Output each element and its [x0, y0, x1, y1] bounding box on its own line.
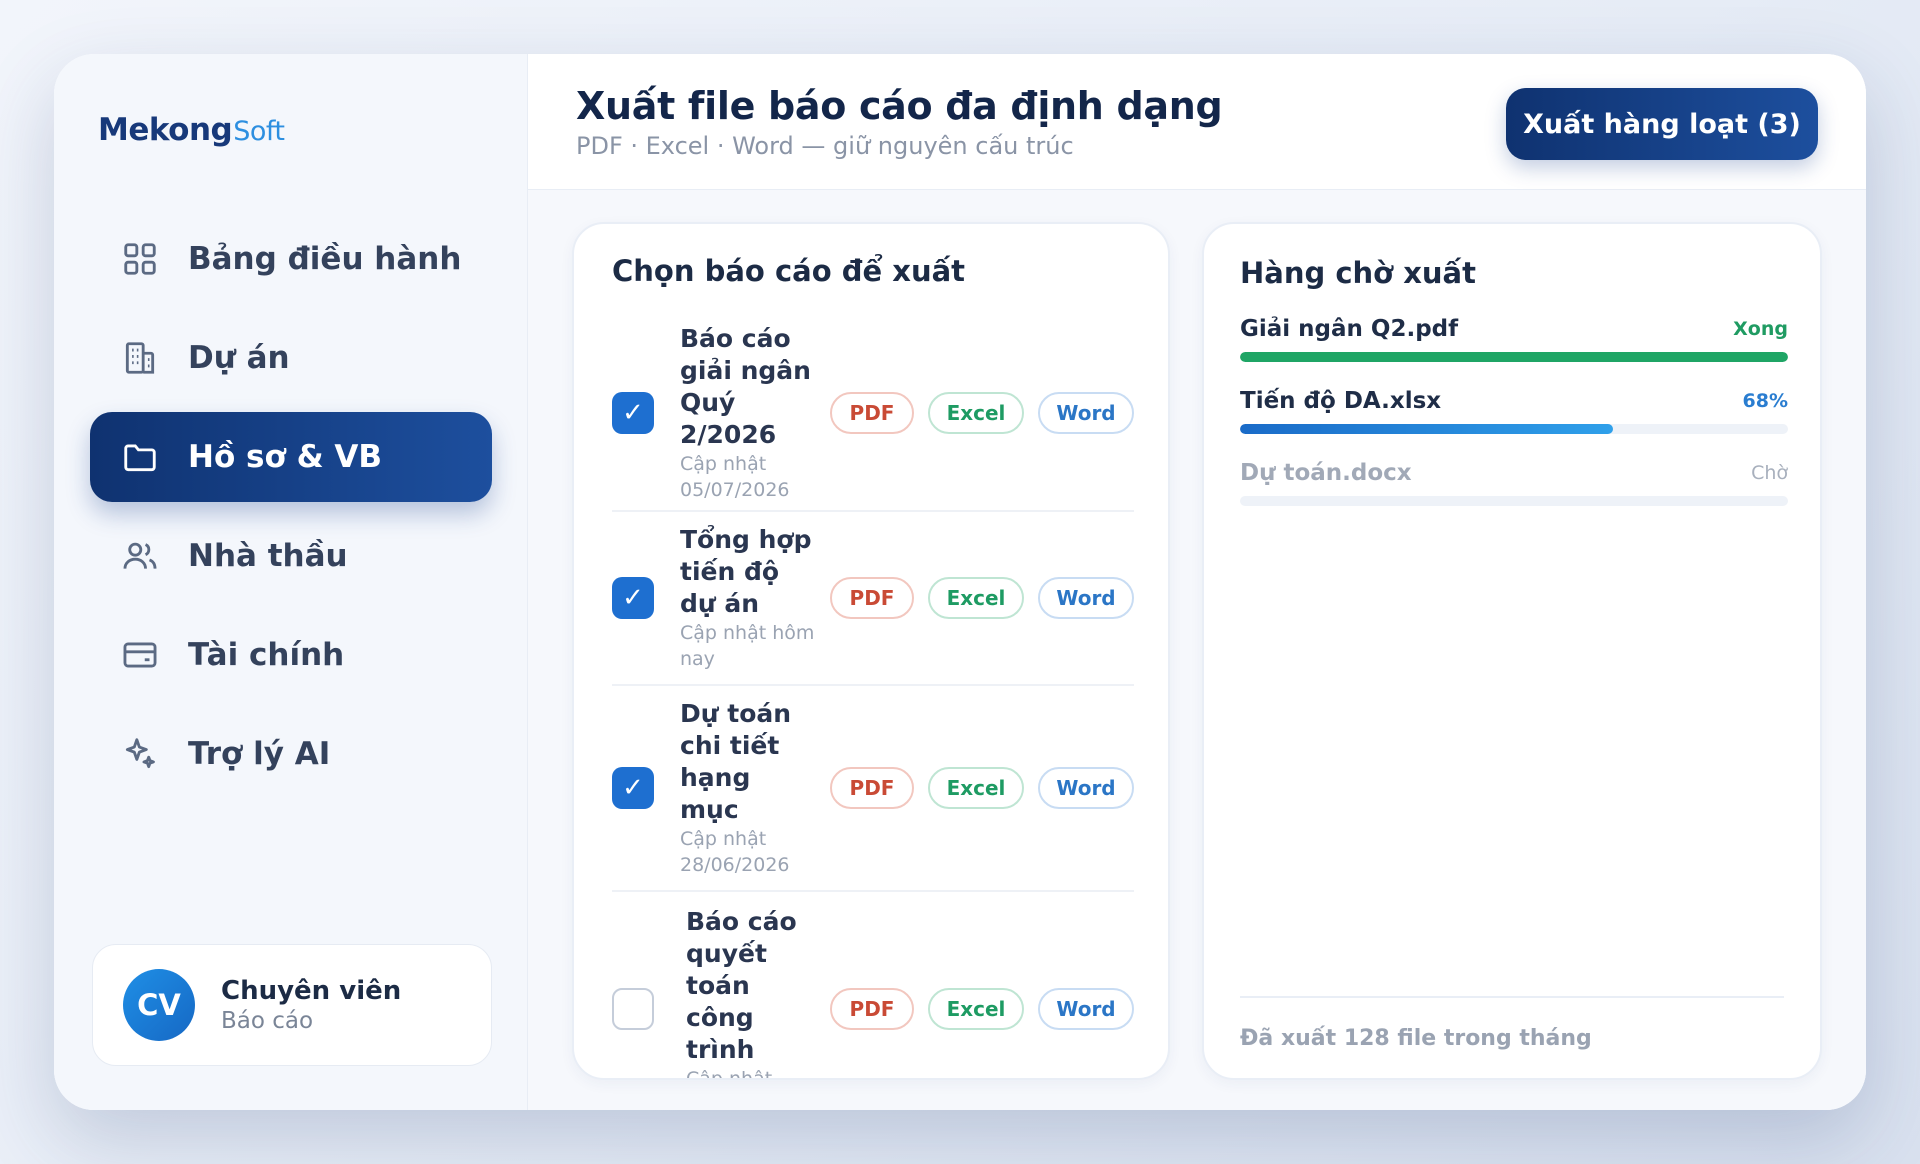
folder-icon	[120, 437, 160, 477]
page-title: Xuất file báo cáo đa định dạng	[576, 84, 1223, 128]
user-details: Chuyên viên Báo cáo	[221, 976, 401, 1034]
sidebar-item-label: Hồ sơ & VB	[188, 439, 383, 475]
user-name: Chuyên viên	[221, 976, 402, 1006]
report-name: Dự toán chi tiết hạng mục	[680, 699, 792, 824]
report-name: Báo cáo quyết toán công trình	[686, 907, 797, 1064]
format-chip-word[interactable]: Word	[1038, 392, 1134, 434]
format-chip-excel[interactable]: Excel	[928, 988, 1024, 1030]
progress-track	[1240, 352, 1788, 362]
report-date: Cập nhật 28/06/2026	[680, 828, 790, 876]
report-checkbox[interactable]	[612, 988, 654, 1030]
format-chip-excel[interactable]: Excel	[928, 767, 1024, 809]
format-chips: PDF Excel Word	[816, 392, 1134, 434]
format-chip-pdf[interactable]: PDF	[830, 392, 914, 434]
bulk-export-button[interactable]: Xuất hàng loạt (3)	[1506, 88, 1818, 160]
report-date: Cập nhật 05/07/2026	[680, 453, 790, 501]
format-chip-pdf[interactable]: PDF	[830, 767, 914, 809]
report-date: Cập nhật hôm nay	[680, 622, 815, 670]
report-row: ✓ Tổng hợp tiến độ dự án Cập nhật hôm na…	[612, 512, 1134, 686]
sidebar-item-documents[interactable]: Hồ sơ & VB	[90, 412, 492, 502]
sidebar-nav: Bảng điều hành Dự án Hồ sơ & VB Nhà thầu	[90, 214, 492, 808]
export-queue: Giải ngân Q2.pdf Xong Tiến độ DA.xlsx 68…	[1240, 316, 1788, 532]
format-chip-word[interactable]: Word	[1038, 577, 1134, 619]
format-chips: PDF Excel Word	[816, 988, 1134, 1030]
brand-name-sub: Soft	[233, 116, 285, 147]
sidebar-item-label: Dự án	[188, 340, 290, 376]
user-role: Báo cáo	[221, 1008, 314, 1034]
format-chip-word[interactable]: Word	[1038, 767, 1134, 809]
queue-status: Chờ	[1751, 462, 1788, 484]
users-icon	[120, 536, 160, 576]
queue-status: 68%	[1742, 390, 1788, 412]
sidebar-item-label: Bảng điều hành	[188, 241, 462, 277]
page-subtitle: PDF · Excel · Word — giữ nguyên cấu trúc	[576, 132, 1074, 160]
report-row: ✓ Dự toán chi tiết hạng mục Cập nhật 28/…	[612, 686, 1134, 892]
sidebar-item-ai-assistant[interactable]: Trợ lý AI	[90, 709, 492, 799]
sidebar-item-finance[interactable]: Tài chính	[90, 610, 492, 700]
format-chip-pdf[interactable]: PDF	[830, 988, 914, 1030]
report-info: Dự toán chi tiết hạng mục Cập nhật 28/06…	[680, 698, 816, 878]
export-summary: Đã xuất 128 file trong tháng	[1240, 996, 1784, 1078]
report-info: Tổng hợp tiến độ dự án Cập nhật hôm nay	[680, 524, 816, 672]
export-queue-panel: Hàng chờ xuất Giải ngân Q2.pdf Xong Tiến…	[1202, 222, 1822, 1080]
sidebar-item-contractors[interactable]: Nhà thầu	[90, 511, 492, 601]
format-chips: PDF Excel Word	[816, 577, 1134, 619]
format-chip-word[interactable]: Word	[1038, 988, 1134, 1030]
report-row: Báo cáo quyết toán công trình Cập nhật P…	[612, 892, 1134, 1080]
card-icon	[120, 635, 160, 675]
format-chip-excel[interactable]: Excel	[928, 577, 1024, 619]
panel-title: Hàng chờ xuất	[1240, 256, 1476, 290]
progress-fill	[1240, 424, 1613, 434]
avatar: CV	[123, 969, 195, 1041]
sidebar-item-dashboard[interactable]: Bảng điều hành	[90, 214, 492, 304]
queue-file-name: Tiến độ DA.xlsx	[1240, 388, 1442, 414]
report-date: Cập nhật	[686, 1068, 773, 1080]
report-checkbox[interactable]: ✓	[612, 392, 654, 434]
report-list: ✓ Báo cáo giải ngân Quý 2/2026 Cập nhật …	[612, 316, 1134, 1080]
check-icon: ✓	[622, 398, 644, 428]
report-name: Tổng hợp tiến độ dự án	[680, 525, 812, 618]
progress-track	[1240, 424, 1788, 434]
report-info: Báo cáo giải ngân Quý 2/2026 Cập nhật 05…	[680, 323, 816, 503]
queue-file-name: Giải ngân Q2.pdf	[1240, 316, 1459, 342]
check-icon: ✓	[622, 583, 644, 613]
sidebar-item-projects[interactable]: Dự án	[90, 313, 492, 403]
queue-status: Xong	[1733, 318, 1788, 340]
format-chip-excel[interactable]: Excel	[928, 392, 1024, 434]
app-window: MekongSoft Bảng điều hành Dự án Hồ sơ & …	[54, 54, 1866, 1110]
sidebar-item-label: Nhà thầu	[188, 538, 348, 574]
queue-file-name: Dự toán.docx	[1240, 460, 1412, 486]
report-selection-panel: Chọn báo cáo để xuất ✓ Báo cáo giải ngân…	[572, 222, 1170, 1080]
panel-title: Chọn báo cáo để xuất	[612, 254, 966, 288]
progress-fill	[1240, 352, 1788, 362]
report-checkbox[interactable]: ✓	[612, 767, 654, 809]
user-card[interactable]: CV Chuyên viên Báo cáo	[92, 944, 492, 1066]
format-chips: PDF Excel Word	[816, 767, 1134, 809]
progress-track	[1240, 496, 1788, 506]
report-checkbox[interactable]: ✓	[612, 577, 654, 619]
sidebar-item-label: Trợ lý AI	[188, 736, 331, 772]
report-row: ✓ Báo cáo giải ngân Quý 2/2026 Cập nhật …	[612, 316, 1134, 512]
report-info: Báo cáo quyết toán công trình Cập nhật	[686, 906, 816, 1080]
page-header: Xuất file báo cáo đa định dạng PDF · Exc…	[528, 54, 1866, 190]
format-chip-pdf[interactable]: PDF	[830, 577, 914, 619]
grid-icon	[120, 239, 160, 279]
brand-name-main: Mekong	[98, 112, 233, 148]
queue-item: Tiến độ DA.xlsx 68%	[1240, 388, 1788, 434]
check-icon: ✓	[622, 773, 644, 803]
report-name: Báo cáo giải ngân Quý 2/2026	[680, 324, 811, 449]
main-content: Xuất file báo cáo đa định dạng PDF · Exc…	[528, 54, 1866, 1110]
brand-logo: MekongSoft	[98, 112, 285, 148]
sparkle-icon	[120, 734, 160, 774]
building-icon	[120, 338, 160, 378]
sidebar: MekongSoft Bảng điều hành Dự án Hồ sơ & …	[54, 54, 528, 1110]
sidebar-item-label: Tài chính	[188, 637, 345, 673]
queue-item: Dự toán.docx Chờ	[1240, 460, 1788, 506]
queue-item: Giải ngân Q2.pdf Xong	[1240, 316, 1788, 362]
